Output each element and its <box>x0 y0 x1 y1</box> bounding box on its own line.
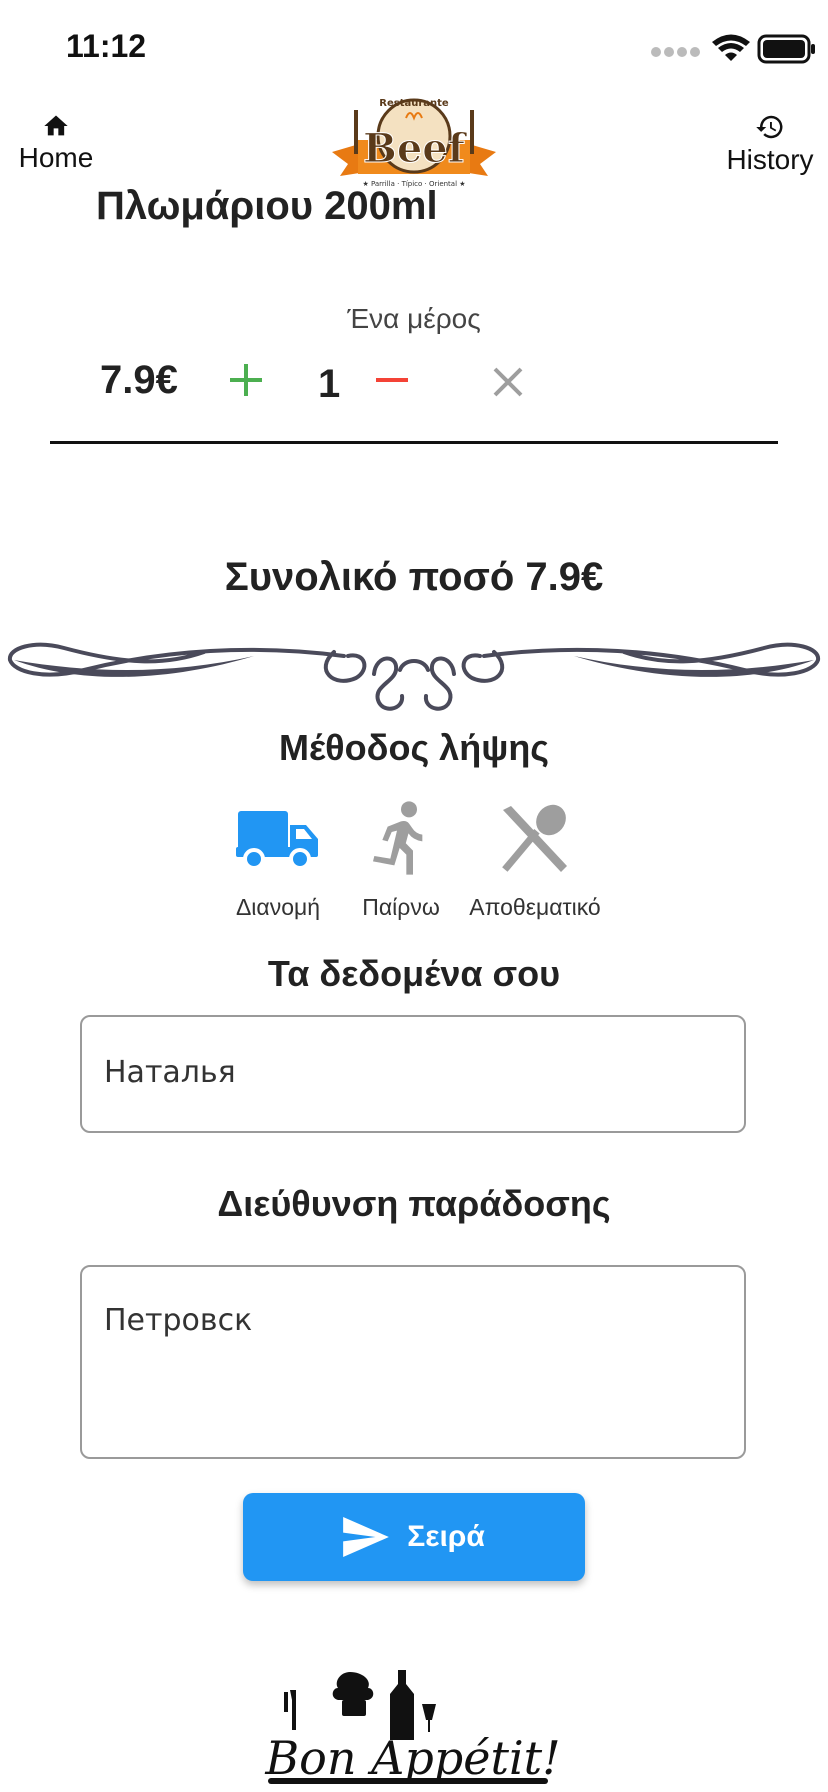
restaurant-logo: Restaurante Beef ★ Parrilla · Típico · O… <box>326 90 502 194</box>
cart-item-title: Πλωμάριου 200ml <box>96 184 438 228</box>
address-field[interactable]: Петровск <box>80 1265 746 1459</box>
status-icons <box>651 34 815 64</box>
bon-appetit-logo: Bon Appétit! <box>264 1670 561 1785</box>
method-dinein-label: Αποθεματικό <box>469 894 601 920</box>
name-field[interactable]: Наталья <box>80 1015 746 1133</box>
home-nav-button[interactable]: Home <box>14 112 98 174</box>
history-nav-button[interactable]: History <box>718 112 822 176</box>
truck-icon <box>236 811 318 870</box>
increase-quantity-icon[interactable] <box>226 360 266 400</box>
battery-icon <box>757 34 815 64</box>
delivery-address-heading: Διεύθυνση παράδοσης <box>217 1183 611 1224</box>
order-button-label: Σειρά <box>407 1520 485 1553</box>
utensils-icon <box>502 804 567 872</box>
total-amount: Συνολικό ποσό 7.9€ <box>224 555 604 599</box>
remove-item-icon[interactable] <box>490 364 526 400</box>
method-takeaway-label: Παίρνω <box>362 894 440 920</box>
status-time: 11:12 <box>66 28 147 64</box>
running-person-icon <box>373 801 423 875</box>
history-label: History <box>726 144 814 175</box>
cart-item-portion: Ένα μέρος <box>347 303 481 334</box>
cart-item-quantity: 1 <box>318 362 341 406</box>
method-dinein-option[interactable]: Αποθεματικό <box>460 800 610 921</box>
order-button[interactable]: Σειρά <box>243 1493 585 1581</box>
home-icon <box>44 115 68 136</box>
svg-text:Bon Appétit!: Bon Appétit! <box>264 1731 560 1785</box>
item-divider <box>50 441 778 444</box>
method-delivery-label: Διανομή <box>235 894 321 920</box>
method-takeaway-option[interactable]: Παίρνω <box>326 800 476 921</box>
cart-item-price: 7.9€ <box>100 358 178 402</box>
svg-text:Restaurante: Restaurante <box>379 98 449 109</box>
svg-text:Beef: Beef <box>363 125 468 172</box>
home-label: Home <box>18 142 94 173</box>
your-data-heading: Τα δεδομένα σου <box>267 953 561 994</box>
decorative-flourish-divider <box>8 642 820 711</box>
history-icon <box>756 115 783 139</box>
wifi-icon <box>712 34 750 61</box>
signal-icon <box>651 47 700 57</box>
decrease-quantity-icon[interactable] <box>372 360 412 400</box>
send-icon <box>343 1517 390 1557</box>
receipt-method-heading: Μέθοδος λήψης <box>278 727 550 768</box>
